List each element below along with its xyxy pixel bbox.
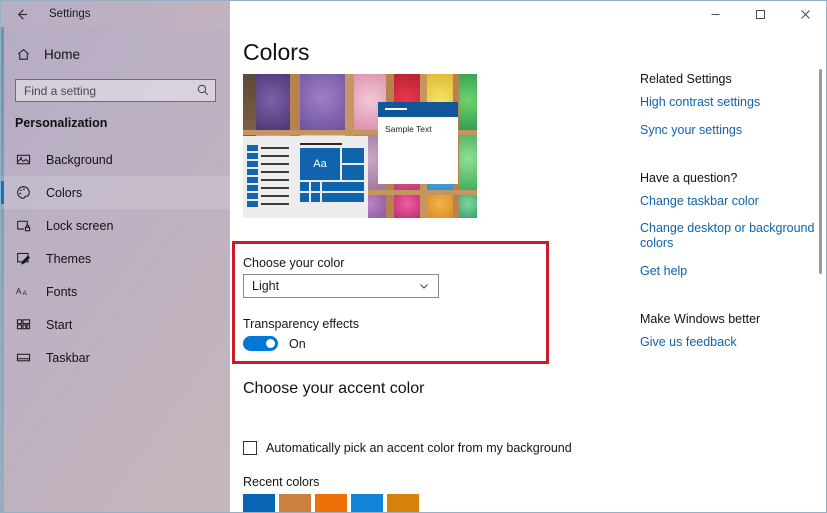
- link-sync-your-settings[interactable]: Sync your settings: [640, 123, 815, 138]
- search-icon[interactable]: [196, 83, 210, 97]
- home-label: Home: [44, 46, 81, 62]
- themes-brush-icon: [15, 250, 32, 267]
- sidebar-item-themes[interactable]: Themes: [1, 242, 230, 275]
- settings-window: Settings Home Find a setting Personaliza…: [0, 0, 827, 513]
- color-preview-image: Aa Sample Text: [243, 74, 477, 218]
- svg-text:A: A: [22, 290, 27, 297]
- sidebar-section-title: Personalization: [15, 116, 108, 130]
- svg-text:A: A: [16, 287, 22, 296]
- sidebar-item-lock-screen[interactable]: Lock screen: [1, 209, 230, 242]
- have-a-question-heading: Have a question?: [640, 170, 738, 185]
- preview-settings-mock: Aa: [243, 136, 368, 218]
- preview-tile-text: Aa: [300, 148, 340, 180]
- page-title: Colors: [243, 39, 310, 65]
- sidebar-item-colors[interactable]: Colors: [1, 176, 230, 209]
- window-title: Settings: [49, 8, 91, 20]
- taskbar-icon: [15, 349, 32, 366]
- preview-sample-window: Sample Text: [378, 102, 458, 184]
- make-windows-better-heading: Make Windows better: [640, 311, 761, 326]
- vertical-scrollbar[interactable]: [815, 27, 826, 512]
- sidebar-item-fonts[interactable]: A A Fonts: [1, 275, 230, 308]
- sidebar-item-label: Fonts: [46, 284, 78, 299]
- rail-spacer: [640, 151, 815, 171]
- main-content: Colors Aa Sample Text Choose your color …: [230, 27, 826, 512]
- color-swatch[interactable]: [387, 494, 419, 512]
- home-icon: [15, 47, 32, 62]
- color-swatch[interactable]: [279, 494, 311, 512]
- accent-section-title: Choose your accent color: [243, 380, 425, 397]
- picture-icon: [15, 151, 32, 168]
- color-swatch[interactable]: [243, 494, 275, 512]
- maximize-button[interactable]: [738, 1, 783, 27]
- auto-pick-accent-row[interactable]: Automatically pick an accent color from …: [243, 441, 572, 455]
- search-input[interactable]: [15, 79, 216, 102]
- color-swatch[interactable]: [351, 494, 383, 512]
- auto-pick-accent-checkbox[interactable]: [243, 441, 257, 455]
- close-button[interactable]: [783, 1, 826, 27]
- link-give-us-feedback[interactable]: Give us feedback: [640, 335, 815, 350]
- recent-colors-swatches: [243, 494, 419, 512]
- preview-tiles-mock: Aa: [300, 143, 364, 212]
- rail-spacer: [640, 292, 815, 312]
- color-swatch[interactable]: [315, 494, 347, 512]
- preview-list-mock: [247, 145, 291, 211]
- related-settings-heading: Related Settings: [640, 72, 732, 86]
- link-high-contrast-settings[interactable]: High contrast settings: [640, 95, 815, 110]
- sidebar: Home Personalization: [1, 27, 230, 512]
- sidebar-item-background[interactable]: Background: [1, 143, 230, 176]
- sidebar-item-label: Background: [46, 152, 113, 167]
- title-bar: Settings: [1, 1, 826, 27]
- preview-sample-text: Sample Text: [385, 124, 432, 134]
- sidebar-item-label: Themes: [46, 251, 92, 266]
- title-bar-left: Settings: [1, 1, 230, 27]
- fonts-aa-icon: A A: [15, 283, 32, 300]
- preview-window-titlebar: [378, 102, 458, 117]
- palette-icon: [15, 184, 32, 201]
- sidebar-item-home[interactable]: Home: [1, 39, 230, 69]
- sidebar-item-label: Colors: [46, 185, 83, 200]
- link-change-desktop-background-colors[interactable]: Change desktop or background colors: [640, 221, 815, 251]
- start-tiles-icon: [15, 316, 32, 333]
- sidebar-item-start[interactable]: Start: [1, 308, 230, 341]
- sidebar-nav: Background Colors Lock screen Themes A A…: [1, 143, 230, 374]
- recent-colors-label: Recent colors: [243, 475, 320, 489]
- minimize-button[interactable]: [693, 1, 738, 27]
- sidebar-item-label: Start: [46, 317, 73, 332]
- right-rail: Related Settings High contrast settings …: [640, 72, 815, 362]
- sidebar-item-label: Lock screen: [46, 218, 114, 233]
- back-arrow-icon[interactable]: [1, 1, 41, 27]
- search-box[interactable]: [15, 79, 216, 102]
- auto-pick-accent-label: Automatically pick an accent color from …: [266, 441, 572, 455]
- link-get-help[interactable]: Get help: [640, 264, 815, 279]
- scrollbar-thumb[interactable]: [819, 69, 822, 274]
- sidebar-item-taskbar[interactable]: Taskbar: [1, 341, 230, 374]
- link-change-taskbar-color[interactable]: Change taskbar color: [640, 194, 815, 209]
- window-controls: [230, 1, 826, 27]
- highlight-box: [232, 241, 549, 364]
- sidebar-item-label: Taskbar: [46, 350, 90, 365]
- lock-screen-icon: [15, 217, 32, 234]
